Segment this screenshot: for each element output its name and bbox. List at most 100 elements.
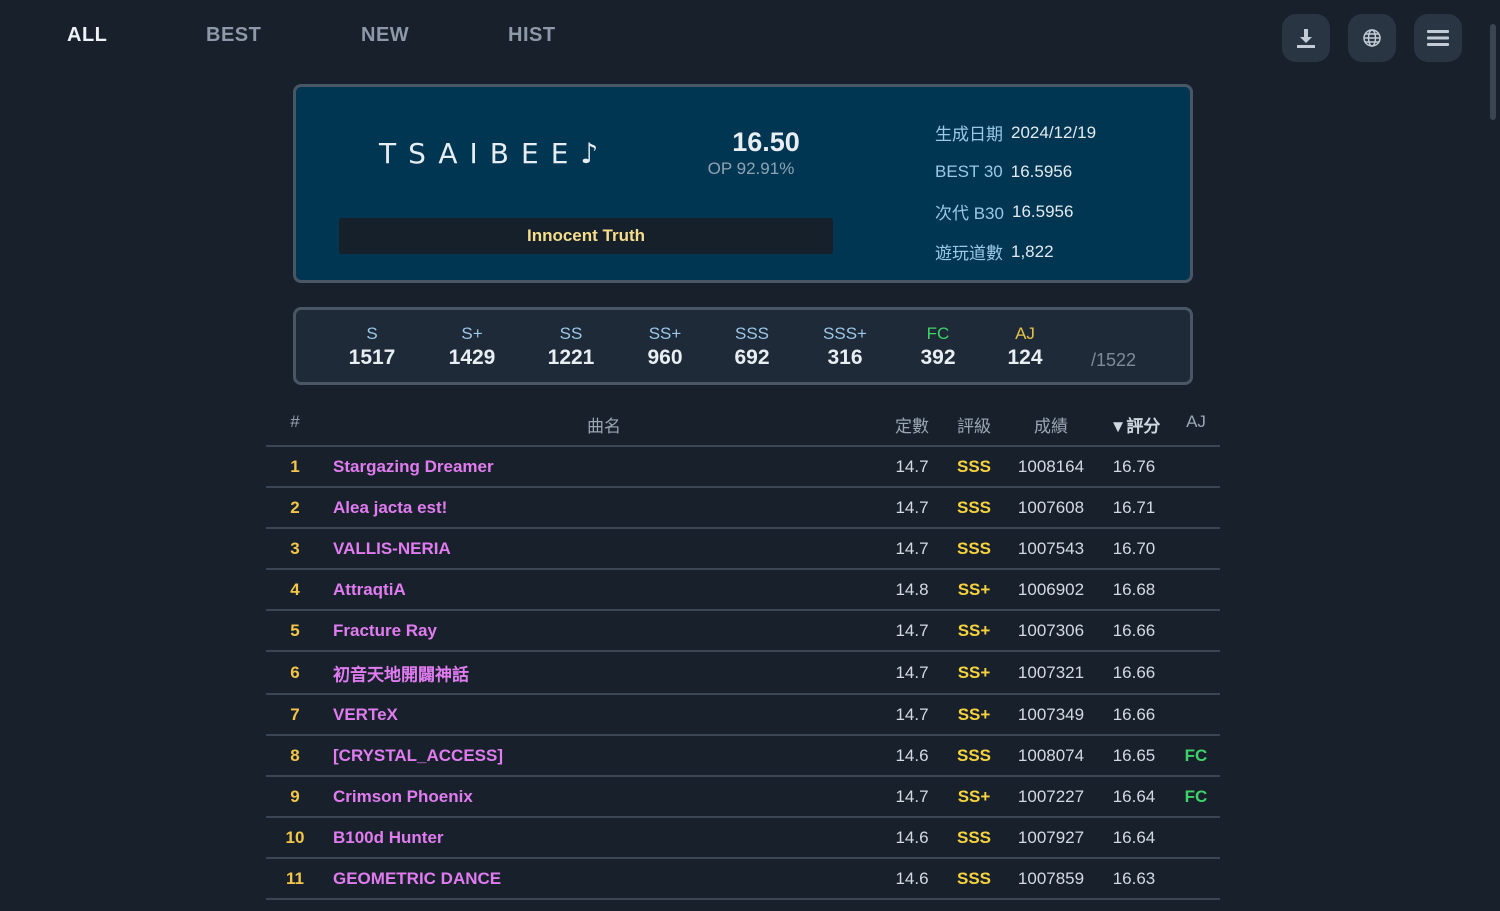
grade-count: 392: [920, 346, 956, 369]
score: 1007859: [1017, 868, 1085, 888]
chart-constant: 14.6: [895, 868, 929, 888]
op-percent: OP 92.91%: [707, 159, 795, 178]
table-row[interactable]: 1 Stargazing Dreamer 14.7 SSS 1008164 16.76: [266, 447, 1220, 488]
grade-count: 1429: [448, 346, 496, 369]
song-name[interactable]: 初音天地開闢神話: [333, 660, 469, 685]
table-row[interactable]: 11 GEOMETRIC DANCE 14.6 SSS 1007859 16.63: [266, 859, 1220, 900]
header-constant[interactable]: 定數: [886, 412, 938, 437]
table-row[interactable]: 4 AttraqtiA 14.8 SS+ 1006902 16.68: [266, 570, 1220, 611]
honor-title: Innocent Truth: [339, 218, 833, 254]
rating: 16.63: [1112, 868, 1156, 888]
grade-ss: SS 1221: [531, 324, 611, 372]
header-index[interactable]: #: [266, 412, 324, 432]
table-row[interactable]: 3 VALLIS-NERIA 14.7 SSS 1007543 16.70: [266, 529, 1220, 570]
stat-next-b30: 次代 B30 16.5956: [935, 192, 1096, 232]
score: 1008164: [1017, 456, 1085, 476]
song-name[interactable]: [CRYSTAL_ACCESS]: [333, 746, 503, 766]
table-body: 1 Stargazing Dreamer 14.7 SSS 1008164 16.76 2 A…: [266, 447, 1220, 900]
row-index: 10: [285, 827, 305, 847]
rating: 16.76: [1112, 456, 1156, 476]
grade: SS+: [957, 786, 991, 806]
aj-badge: FC: [1184, 786, 1208, 806]
table-row[interactable]: 8 [CRYSTAL_ACCESS] 14.6 SSS 1008074 16.65 FC: [266, 736, 1220, 777]
song-name[interactable]: B100d Hunter: [333, 828, 444, 848]
table-row[interactable]: 2 Alea jacta est! 14.7 SSS 1007608 16.71: [266, 488, 1220, 529]
song-name[interactable]: Crimson Phoenix: [333, 787, 473, 807]
score: 1007321: [1017, 662, 1085, 682]
tab-new[interactable]: NEW: [361, 24, 409, 47]
header-rating-sorted[interactable]: ▼評分: [1104, 412, 1166, 437]
table-row[interactable]: 7 VERTeX 14.7 SS+ 1007349 16.66: [266, 695, 1220, 736]
globe-icon: [1362, 28, 1382, 48]
row-index: 1: [290, 456, 300, 476]
grade-total: /1522: [1091, 350, 1137, 370]
profile-card: TSAIBEE♪ 16.50 OP 92.91% Innocent Truth …: [293, 84, 1193, 283]
stat-label: 次代 B30: [935, 204, 1004, 224]
grade-s: S 1517: [332, 324, 412, 372]
chart-constant: 14.7: [895, 620, 929, 640]
song-name[interactable]: GEOMETRIC DANCE: [333, 869, 501, 889]
stat-play-count: 遊玩道數 1,822: [935, 232, 1096, 272]
player-rating: 16.50: [732, 127, 800, 157]
score: 1007543: [1017, 538, 1085, 558]
song-name[interactable]: Stargazing Dreamer: [333, 457, 494, 477]
header-score[interactable]: 成績: [1011, 412, 1091, 437]
chart-constant: 14.6: [895, 745, 929, 765]
language-button[interactable]: [1348, 14, 1396, 62]
tab-hist[interactable]: HIST: [508, 24, 556, 47]
header-song-name[interactable]: 曲名: [566, 412, 642, 437]
chart-constant: 14.7: [895, 497, 929, 517]
tab-all[interactable]: ALL: [67, 24, 107, 47]
song-name[interactable]: AttraqtiA: [333, 580, 406, 600]
stat-value: 16.5956: [1010, 162, 1073, 182]
grade: SSS: [956, 538, 992, 558]
player-name: TSAIBEE♪: [379, 137, 611, 170]
grade-label: SSS: [734, 324, 770, 343]
menu-icon: [1427, 29, 1449, 47]
chart-constant: 14.7: [895, 538, 929, 558]
song-name[interactable]: VALLIS-NERIA: [333, 539, 451, 559]
scrollbar[interactable]: [1490, 24, 1496, 120]
grade-sss-plus: SSS+ 316: [805, 324, 885, 372]
song-name[interactable]: Fracture Ray: [333, 621, 437, 641]
table-row[interactable]: 9 Crimson Phoenix 14.7 SS+ 1007227 16.64 FC: [266, 777, 1220, 818]
score: 1007927: [1017, 827, 1085, 847]
row-index: 7: [290, 704, 300, 724]
row-index: 3: [290, 538, 300, 558]
grade-aj: AJ 124: [985, 324, 1065, 372]
row-index: 11: [286, 868, 304, 888]
download-button[interactable]: [1282, 14, 1330, 62]
header-aj[interactable]: AJ: [1176, 412, 1216, 432]
grade-label: SS+: [648, 324, 682, 343]
profile-stats: 生成日期 2024/12/19 BEST 30 16.5956 次代 B30 1…: [935, 113, 1096, 271]
tab-best[interactable]: BEST: [206, 24, 261, 47]
rating: 16.70: [1112, 538, 1156, 558]
grade: SS+: [957, 620, 991, 640]
song-name[interactable]: VERTeX: [333, 705, 398, 725]
grade-count: 124: [1007, 346, 1043, 369]
rating: 16.64: [1112, 786, 1156, 806]
grade-count: 1221: [547, 346, 595, 369]
chart-constant: 14.7: [895, 662, 929, 682]
score: 1007349: [1017, 704, 1085, 724]
header-grade[interactable]: 評級: [949, 412, 999, 437]
grade-ss-plus: SS+ 960: [625, 324, 705, 372]
table-row[interactable]: 5 Fracture Ray 14.7 SS+ 1007306 16.66: [266, 611, 1220, 652]
rating: 16.66: [1112, 662, 1156, 682]
grade-fc: FC 392: [898, 324, 978, 372]
page: ALL BEST NEW HIST TSAIBEE♪ 16.50 OP 92.9…: [0, 0, 1500, 911]
grade: SS+: [957, 579, 991, 599]
table-row[interactable]: 10 B100d Hunter 14.6 SSS 1007927 16.64: [266, 818, 1220, 859]
stat-value: 2024/12/19: [1011, 122, 1097, 142]
rating: 16.68: [1112, 579, 1156, 599]
grade: SSS: [956, 827, 992, 847]
rating: 16.64: [1112, 827, 1156, 847]
menu-button[interactable]: [1414, 14, 1462, 62]
grade-label: SSS+: [823, 324, 867, 343]
table-row[interactable]: 6 初音天地開闢神話 14.7 SS+ 1007321 16.66: [266, 652, 1220, 695]
song-name[interactable]: Alea jacta est!: [333, 498, 447, 518]
row-index: 8: [290, 745, 300, 765]
chart-constant: 14.7: [895, 704, 929, 724]
score: 1006902: [1017, 579, 1085, 599]
grade: SS+: [957, 704, 991, 724]
